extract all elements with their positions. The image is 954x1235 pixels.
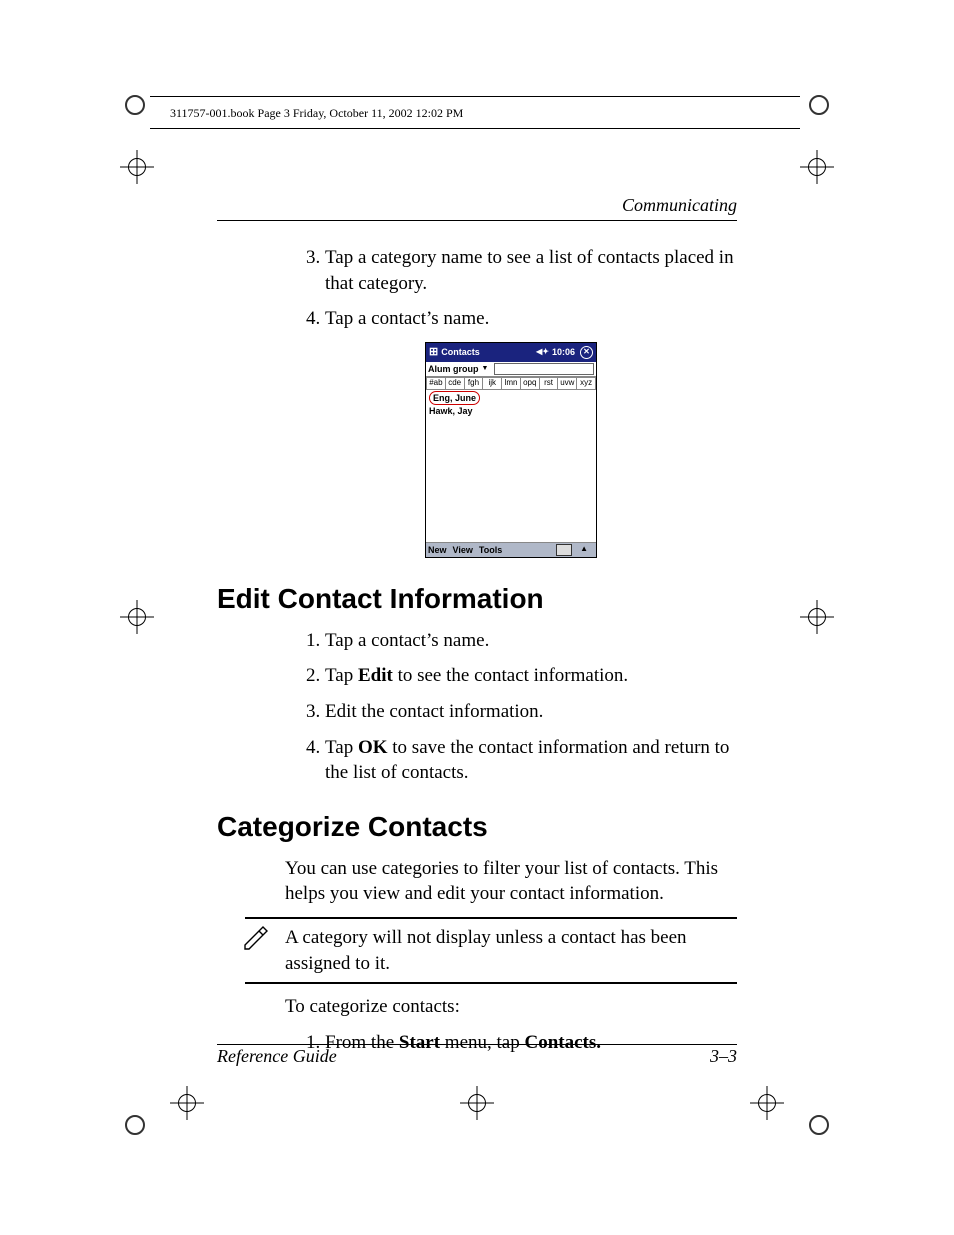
- lead-in-text: To categorize contacts:: [285, 994, 737, 1020]
- crosshair-icon: [120, 150, 154, 189]
- step-item: Edit the contact information.: [325, 699, 737, 725]
- running-header-rule: [217, 220, 737, 221]
- running-header: Communicating: [622, 195, 737, 216]
- alpha-tab: #ab: [426, 377, 446, 390]
- note-box: A category will not display unless a con…: [245, 917, 737, 984]
- close-icon: ✕: [580, 346, 593, 359]
- pda-screenshot: ⊞ Contacts ◀✦ 10:06 ✕ Alum group ▼ #ab c…: [425, 342, 597, 558]
- step-item: Tap a contact’s name.: [325, 628, 737, 654]
- pda-time: 10:06: [552, 346, 575, 358]
- dropdown-icon: ▼: [482, 364, 489, 373]
- step-item: Tap OK to save the contact information a…: [325, 735, 737, 786]
- step-item: Tap Edit to see the contact information.: [325, 663, 737, 689]
- footer-left: Reference Guide: [217, 1046, 337, 1067]
- crop-mark: [125, 95, 145, 120]
- crosshair-icon: [460, 1086, 494, 1125]
- start-flag-icon: ⊞: [429, 345, 438, 360]
- pda-menu-item: Tools: [479, 544, 502, 556]
- book-header-text: 311757-001.book Page 3 Friday, October 1…: [170, 106, 463, 121]
- pda-category-bar: Alum group ▼: [426, 362, 596, 377]
- crosshair-icon: [800, 150, 834, 189]
- note-text: A category will not display unless a con…: [285, 927, 687, 974]
- alpha-tab: uvw: [558, 377, 577, 390]
- crop-mark: [809, 1115, 829, 1140]
- step-item: Tap a contact’s name.: [325, 306, 737, 332]
- crosshair-icon: [750, 1086, 784, 1125]
- crop-mark: [125, 1115, 145, 1140]
- crosshair-icon: [170, 1086, 204, 1125]
- header-rule: [150, 96, 800, 97]
- section-heading-categorize: Categorize Contacts: [217, 808, 737, 846]
- pda-menu-item: View: [453, 544, 473, 556]
- alpha-tab: lmn: [502, 377, 521, 390]
- pda-contact-list: Eng, June Hawk, Jay: [426, 390, 596, 418]
- page-footer: Reference Guide 3–3: [217, 1046, 737, 1067]
- alpha-tab: rst: [540, 377, 559, 390]
- section-heading-edit: Edit Contact Information: [217, 580, 737, 618]
- footer-rule: [217, 1044, 737, 1045]
- pda-titlebar: ⊞ Contacts ◀✦ 10:06 ✕: [426, 343, 596, 362]
- alpha-tab: ijk: [483, 377, 502, 390]
- up-arrow-icon: ▲: [580, 544, 588, 555]
- crosshair-icon: [800, 600, 834, 639]
- pda-title: Contacts: [441, 346, 533, 358]
- alpha-tab: cde: [446, 377, 465, 390]
- body-paragraph: You can use categories to filter your li…: [285, 856, 737, 907]
- step-item: Tap a category name to see a list of con…: [325, 245, 737, 296]
- crosshair-icon: [120, 600, 154, 639]
- step-list-edit: Tap a contact’s name. Tap Edit to see th…: [285, 628, 737, 786]
- header-rule: [150, 128, 800, 129]
- pencil-icon: [241, 923, 271, 953]
- crop-mark: [809, 95, 829, 120]
- main-content: Tap a category name to see a list of con…: [285, 245, 737, 1066]
- footer-right: 3–3: [710, 1046, 737, 1067]
- keyboard-icon: [556, 544, 572, 556]
- volume-icon: ◀✦: [536, 347, 549, 358]
- pda-bottom-menu: New View Tools ▲: [426, 542, 596, 557]
- alpha-tab: xyz: [577, 377, 596, 390]
- pda-menu-item: New: [428, 544, 447, 556]
- alpha-tab: opq: [521, 377, 540, 390]
- pda-contact-row: Hawk, Jay: [429, 405, 593, 417]
- pda-search-box: [494, 363, 594, 375]
- pda-contact-selected: Eng, June: [429, 391, 480, 405]
- alpha-tab: fgh: [465, 377, 484, 390]
- pda-group-label: Alum group: [428, 363, 479, 375]
- step-list-top: Tap a category name to see a list of con…: [285, 245, 737, 332]
- pda-alpha-tabs: #ab cde fgh ijk lmn opq rst uvw xyz: [426, 377, 596, 390]
